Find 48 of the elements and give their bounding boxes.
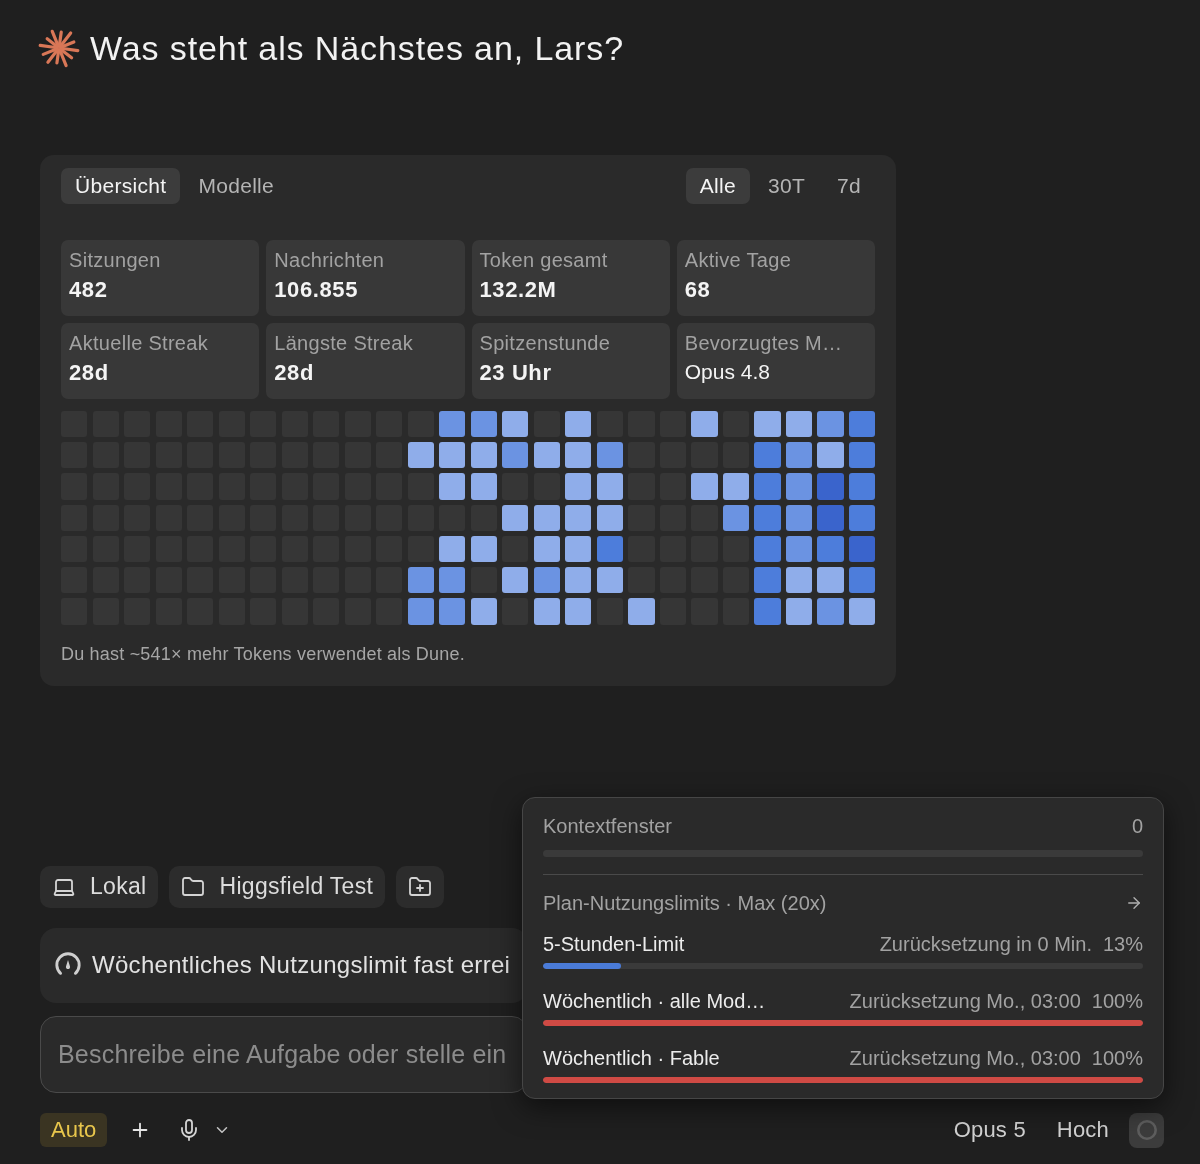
- effort-selector[interactable]: Hoch: [1056, 1117, 1109, 1144]
- stat-label: Sitzungen: [69, 249, 161, 272]
- reset-time: Zurücksetzung Mo., 03:00: [849, 1046, 1081, 1070]
- stat-label: Spitzenstunde: [479, 332, 611, 355]
- location-button[interactable]: Lokal: [40, 865, 159, 908]
- usage-percent: 13%: [1102, 932, 1143, 956]
- usage-percent: 100%: [1091, 1046, 1143, 1070]
- send-button[interactable]: [1129, 1112, 1164, 1148]
- range-tab[interactable]: Alle: [685, 168, 750, 204]
- stat-label: Aktive Tage: [684, 249, 792, 272]
- limit-name: Wöchentlich · Fable: [543, 1046, 720, 1070]
- stat-value: 106.855: [274, 277, 358, 303]
- reset-time: Zurücksetzung in 0 Min.: [879, 932, 1092, 956]
- stat-value: 28d: [274, 360, 314, 386]
- limit-name: 5-Stunden-Limit: [543, 932, 685, 956]
- stat-value: 482: [69, 277, 108, 303]
- stat-value: 23 Uhr: [479, 360, 552, 386]
- greeting-title: Was steht als Nächstes an, Lars?: [90, 28, 624, 68]
- stat-value: Opus 4.8: [684, 360, 770, 384]
- stat-value: 28d: [69, 360, 109, 386]
- range-tab[interactable]: 7d: [823, 168, 875, 204]
- stat-value: 68: [684, 277, 711, 303]
- context-value: 0: [1131, 814, 1143, 838]
- arrow-right-icon[interactable]: [1125, 894, 1143, 912]
- warning-text: Wöchentliches Nutzungslimit fast errei: [92, 951, 511, 980]
- starburst-icon: [38, 27, 80, 69]
- folder-button[interactable]: Higgsfield Test: [169, 865, 386, 908]
- stat-value: 132.2M: [479, 277, 557, 303]
- comparison-text: Du hast ~541× mehr Tokens verwendet als Dune.: [61, 643, 466, 665]
- folder-icon: [181, 874, 206, 899]
- reset-time: Zurücksetzung Mo., 03:00: [849, 989, 1081, 1013]
- mode-selector[interactable]: Auto: [40, 1113, 108, 1148]
- range-tab[interactable]: 30T: [753, 168, 820, 204]
- stat-label: Token gesamt: [479, 249, 608, 272]
- stat-label: Nachrichten: [274, 249, 385, 272]
- plan-title: Plan-Nutzungslimits · Max (20x): [543, 891, 827, 915]
- model-selector[interactable]: Opus 5: [953, 1117, 1026, 1144]
- usage-percent: 100%: [1091, 989, 1143, 1013]
- limit-name: Wöchentlich · alle Mod…: [543, 989, 766, 1013]
- view-tab[interactable]: Übersicht: [61, 168, 181, 204]
- stat-label: Bevorzugtes M…: [684, 332, 843, 355]
- stat-label: Aktuelle Streak: [69, 332, 208, 355]
- folder-plus-icon: [408, 874, 433, 899]
- add-folder-button[interactable]: [396, 865, 445, 908]
- context-label: Kontextfenster: [543, 814, 672, 838]
- circle-icon: [1135, 1119, 1158, 1142]
- view-tab[interactable]: Modelle: [184, 168, 289, 204]
- stat-label: Längste Streak: [274, 332, 413, 355]
